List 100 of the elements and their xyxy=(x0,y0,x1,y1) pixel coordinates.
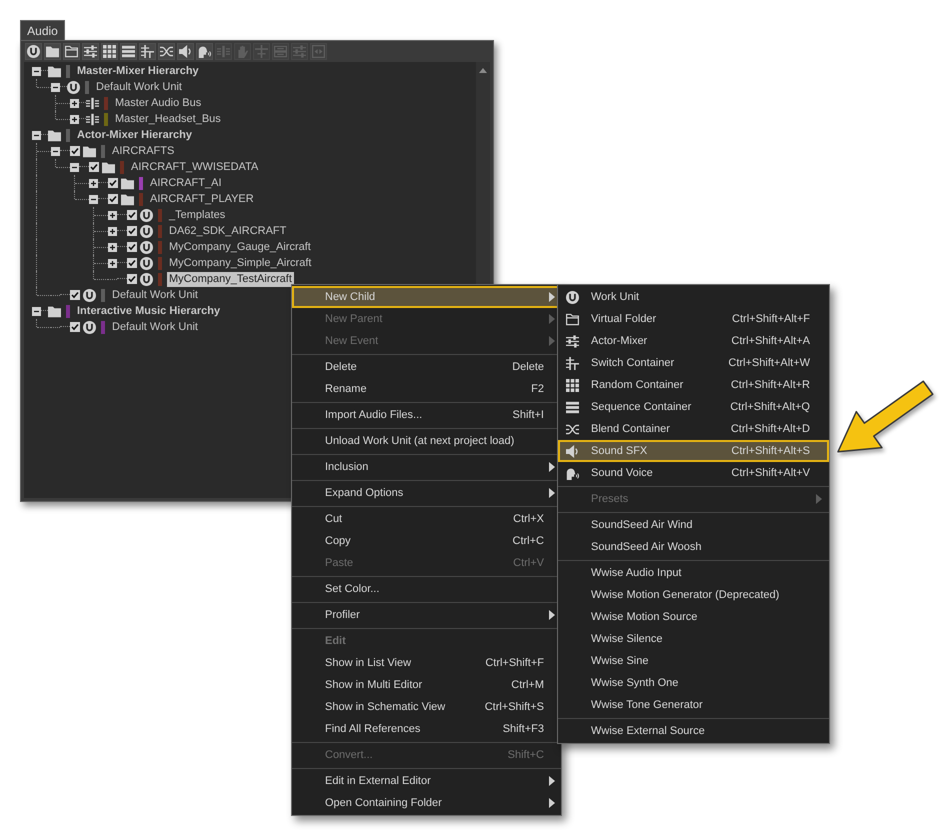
menu-item[interactable]: Sound SFX Ctrl+Shift+Alt+S xyxy=(558,440,829,462)
shortcut-text: Ctrl+Shift+Alt+V xyxy=(731,467,810,479)
toolbar-button[interactable] xyxy=(120,43,137,60)
tree-item[interactable]: MyCompany_Simple_Aircraft xyxy=(167,256,314,270)
tree-item[interactable]: _Templates xyxy=(167,208,228,222)
speaking-head-icon xyxy=(198,45,211,58)
u-circle-icon xyxy=(67,80,80,94)
menu-item[interactable]: Wwise Motion Generator (Deprecated) xyxy=(558,584,829,606)
menu-item[interactable]: Inclusion xyxy=(292,456,561,478)
checkbox[interactable] xyxy=(127,242,137,252)
folder-icon xyxy=(102,160,115,174)
toolbar-button[interactable] xyxy=(44,43,61,60)
shortcut-text: Ctrl+V xyxy=(513,557,544,569)
menu-item[interactable]: Wwise Sine xyxy=(558,650,829,672)
menu-item[interactable]: Show in List View Ctrl+Shift+F xyxy=(292,652,561,674)
menu-item[interactable]: Wwise Silence xyxy=(558,628,829,650)
u-circle-icon xyxy=(140,272,153,286)
panel-tab[interactable]: Audio xyxy=(20,20,65,40)
menu-item[interactable]: Wwise External Source xyxy=(558,720,829,742)
menu-item[interactable]: Show in Multi Editor Ctrl+M xyxy=(292,674,561,696)
menu-item[interactable]: Expand Options xyxy=(292,482,561,504)
menu-item[interactable]: Actor-Mixer Ctrl+Shift+Alt+A xyxy=(558,330,829,352)
toolbar-button[interactable] xyxy=(63,43,80,60)
tree-item[interactable]: Actor-Mixer Hierarchy xyxy=(75,128,194,142)
speaker-icon xyxy=(179,45,192,58)
tree-item[interactable]: Master-Mixer Hierarchy xyxy=(75,64,201,78)
tree-item[interactable]: AIRCRAFTS xyxy=(110,144,176,158)
toolbar-button[interactable] xyxy=(82,43,99,60)
menu-item[interactable]: Work Unit xyxy=(558,286,829,308)
menu-item[interactable]: Set Color... xyxy=(292,578,561,600)
checkbox[interactable] xyxy=(70,322,80,332)
menu-item[interactable]: Import Audio Files... Shift+I xyxy=(292,404,561,426)
toolbar-button[interactable] xyxy=(101,43,118,60)
minus-box-icon[interactable] xyxy=(51,82,60,92)
menu-item[interactable]: Unload Work Unit (at next project load) xyxy=(292,430,561,452)
minus-box-icon[interactable] xyxy=(89,194,98,204)
menu-item[interactable]: Random Container Ctrl+Shift+Alt+R xyxy=(558,374,829,396)
plus-box-icon[interactable] xyxy=(89,178,98,188)
scroll-up-icon[interactable] xyxy=(479,68,487,73)
plus-box-icon[interactable] xyxy=(108,242,117,252)
menu-item[interactable]: Find All References Shift+F3 xyxy=(292,718,561,740)
menu-item[interactable]: Blend Container Ctrl+Shift+Alt+D xyxy=(558,418,829,440)
menu-item[interactable]: Wwise Synth One xyxy=(558,672,829,694)
menu-item[interactable]: Profiler xyxy=(292,604,561,626)
menu-item[interactable]: Virtual Folder Ctrl+Shift+Alt+F xyxy=(558,308,829,330)
minus-box-icon[interactable] xyxy=(32,306,41,316)
tree-item[interactable]: AIRCRAFT_AI xyxy=(148,176,224,190)
toolbar-button[interactable] xyxy=(158,43,175,60)
menu-item[interactable]: Copy Ctrl+C xyxy=(292,530,561,552)
checkbox[interactable] xyxy=(108,178,118,188)
plus-box-icon[interactable] xyxy=(108,258,117,268)
toolbar-button[interactable] xyxy=(25,43,42,60)
fader-icon xyxy=(86,96,99,110)
tree-item[interactable]: AIRCRAFT_PLAYER xyxy=(148,192,256,206)
checkbox[interactable] xyxy=(127,258,137,268)
checkbox[interactable] xyxy=(127,274,137,284)
plus-box-icon[interactable] xyxy=(108,210,117,220)
toolbar-button[interactable] xyxy=(196,43,213,60)
menu-item[interactable]: Edit in External Editor xyxy=(292,770,561,792)
checkbox[interactable] xyxy=(127,226,137,236)
minus-box-icon[interactable] xyxy=(32,66,41,76)
menu-item[interactable]: Wwise Motion Source xyxy=(558,606,829,628)
crossing-icon xyxy=(160,45,173,58)
checkbox[interactable] xyxy=(127,210,137,220)
menu-item[interactable]: Cut Ctrl+X xyxy=(292,508,561,530)
tree-item[interactable]: AIRCRAFT_WWISEDATA xyxy=(129,160,260,174)
menu-item[interactable]: Wwise Tone Generator xyxy=(558,694,829,716)
tree-item[interactable]: Master Audio Bus xyxy=(113,96,204,110)
plus-box-icon[interactable] xyxy=(70,98,79,108)
menu-item[interactable]: Delete Delete xyxy=(292,356,561,378)
tree-item[interactable]: MyCompany_TestAircraft xyxy=(167,272,294,286)
menu-item[interactable]: SoundSeed Air Wind xyxy=(558,514,829,536)
menu-item[interactable]: Sequence Container Ctrl+Shift+Alt+Q xyxy=(558,396,829,418)
menu-item[interactable]: Rename F2 xyxy=(292,378,561,400)
sliders-icon xyxy=(293,45,306,58)
speaker-icon xyxy=(566,444,579,458)
checkbox[interactable] xyxy=(89,162,99,172)
plus-box-icon[interactable] xyxy=(108,226,117,236)
checkbox[interactable] xyxy=(108,194,118,204)
tree-item[interactable]: Master_Headset_Bus xyxy=(113,112,223,126)
minus-box-icon[interactable] xyxy=(32,130,41,140)
tree-item[interactable]: Default Work Unit xyxy=(94,80,184,94)
menu-item[interactable]: Sound Voice Ctrl+Shift+Alt+V xyxy=(558,462,829,484)
plus-box-icon[interactable] xyxy=(70,114,79,124)
checkbox[interactable] xyxy=(70,290,80,300)
tree-item[interactable]: DA62_SDK_AIRCRAFT xyxy=(167,224,288,238)
menu-item[interactable]: Open Containing Folder xyxy=(292,792,561,814)
minus-box-icon[interactable] xyxy=(51,146,60,156)
tree-item[interactable]: Default Work Unit xyxy=(110,288,200,302)
tree-item[interactable]: Default Work Unit xyxy=(110,320,200,334)
tree-item[interactable]: MyCompany_Gauge_Aircraft xyxy=(167,240,313,254)
menu-item[interactable]: Show in Schematic View Ctrl+Shift+S xyxy=(292,696,561,718)
menu-item[interactable]: Switch Container Ctrl+Shift+Alt+W xyxy=(558,352,829,374)
menu-item[interactable]: SoundSeed Air Woosh xyxy=(558,536,829,558)
toolbar-button[interactable] xyxy=(139,43,156,60)
minus-box-icon[interactable] xyxy=(70,162,79,172)
checkbox[interactable] xyxy=(70,146,80,156)
tree-item[interactable]: Interactive Music Hierarchy xyxy=(75,304,222,318)
toolbar-button[interactable] xyxy=(177,43,194,60)
menu-item[interactable]: Wwise Audio Input xyxy=(558,562,829,584)
